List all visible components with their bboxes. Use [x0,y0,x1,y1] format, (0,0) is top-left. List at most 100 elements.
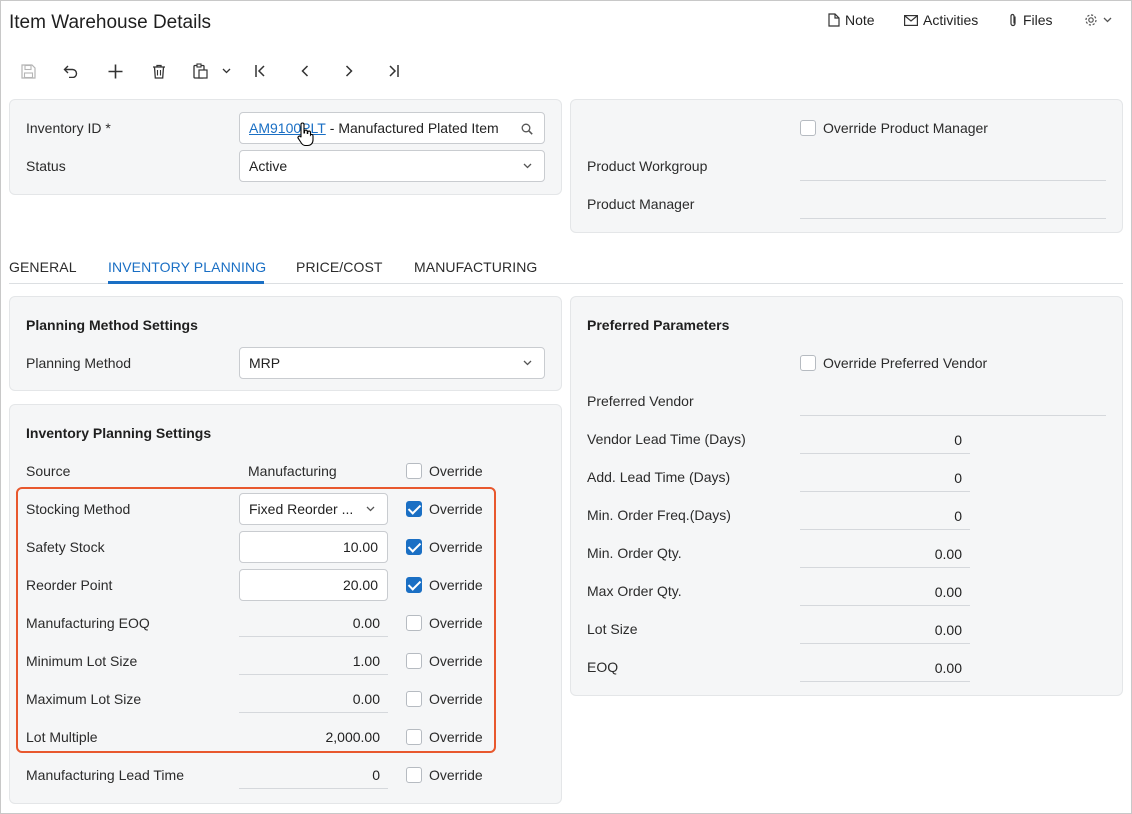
min-order-qty-field: 0.00 [800,540,970,568]
override-label: Override [429,767,483,783]
previous-record-button[interactable] [293,60,317,82]
activities-label: Activities [923,12,979,28]
status-select[interactable]: Active [239,150,545,182]
lot-multiple-field: 2,000.00 [325,729,381,745]
note-label: Note [845,12,875,28]
chevron-right-icon [345,65,353,77]
trash-icon [153,64,165,79]
save-icon [20,63,36,79]
plus-icon [108,64,122,78]
stocking-method-label: Stocking Method [26,501,131,517]
minimum-lot-size-field: 1.00 [239,647,388,675]
planning-method-value: MRP [249,355,281,371]
tab-manufacturing[interactable]: MANUFACTURING [414,259,537,275]
maximum-lot-size-override-checkbox[interactable] [406,691,422,707]
next-record-button[interactable] [337,60,361,82]
status-label: Status [26,158,66,174]
product-workgroup-field[interactable] [800,153,1106,181]
stocking-method-value: Fixed Reorder ... [249,501,354,517]
save-button[interactable] [16,60,40,82]
manufacturing-eoq-field: 0.00 [239,609,388,637]
inventory-id-label: Inventory ID * [26,120,111,136]
reorder-point-override-checkbox[interactable] [406,577,422,593]
search-icon[interactable] [521,123,533,135]
source-value: Manufacturing [248,463,337,479]
vendor-lead-time-field: 0 [800,426,970,454]
product-workgroup-label: Product Workgroup [587,158,708,174]
override-label: Override [429,615,483,631]
lot-multiple-label: Lot Multiple [26,729,98,745]
eoq-label: EOQ [587,659,619,675]
override-label: Override [429,463,483,479]
manufacturing-eoq-override-checkbox[interactable] [406,615,422,631]
vendor-lead-time-label: Vendor Lead Time (Days) [587,431,746,447]
add-button[interactable] [103,60,127,82]
clipboard-icon [193,63,208,79]
manufacturing-lead-time-label: Manufacturing Lead Time [26,767,184,783]
settings-button[interactable] [1084,13,1112,27]
maximum-lot-size-label: Maximum Lot Size [26,691,142,707]
last-icon [389,65,399,77]
preferred-parameters-title: Preferred Parameters [587,317,730,333]
inventory-planning-title: Inventory Planning Settings [26,425,212,441]
override-preferred-vendor-label: Override Preferred Vendor [823,355,988,371]
last-record-button[interactable] [381,60,405,82]
page-title: Item Warehouse Details [9,12,212,33]
maximum-lot-size-field: 0.00 [239,685,388,713]
note-button[interactable]: Note [828,12,875,28]
min-order-freq-label: Min. Order Freq.(Days) [587,507,731,523]
chevron-down-icon [1103,17,1112,23]
inventory-id-link[interactable]: AM9100PLT [249,120,326,136]
manufacturing-lead-time-override-checkbox[interactable] [406,767,422,783]
first-icon [255,65,265,77]
chevron-left-icon [301,65,309,77]
reorder-point-input[interactable]: 20.00 [239,569,388,601]
tab-general[interactable]: GENERAL [9,259,77,275]
tab-price-cost[interactable]: PRICE/COST [296,259,383,275]
max-order-qty-label: Max Order Qty. [587,583,682,599]
override-product-manager-checkbox[interactable] [800,120,816,136]
planning-method-title: Planning Method Settings [26,317,198,333]
eoq-field: 0.00 [800,654,970,682]
safety-stock-input[interactable]: 10.00 [239,531,388,563]
minimum-lot-size-label: Minimum Lot Size [26,653,138,669]
lot-multiple-override-checkbox[interactable] [406,729,422,745]
safety-stock-override-checkbox[interactable] [406,539,422,555]
override-label: Override [429,501,483,517]
active-tab-indicator [108,281,264,284]
product-manager-field[interactable] [800,191,1106,219]
first-record-button[interactable] [249,60,273,82]
preferred-vendor-field[interactable] [800,388,1106,416]
status-value: Active [249,158,288,174]
chevron-down-icon [523,163,532,169]
preferred-vendor-label: Preferred Vendor [587,393,694,409]
inventory-id-field[interactable]: AM9100PLT - Manufactured Plated Item [239,112,545,144]
lot-size-label: Lot Size [587,621,638,637]
undo-button[interactable] [59,60,83,82]
manufacturing-lead-time-field: 0 [239,761,388,789]
source-override-checkbox[interactable] [406,463,422,479]
gear-icon [1085,14,1097,26]
files-button[interactable]: Files [1008,12,1053,28]
activities-button[interactable]: Activities [904,12,978,28]
planning-method-select[interactable]: MRP [239,347,545,379]
override-label: Override [429,653,483,669]
override-preferred-vendor-checkbox[interactable] [800,355,816,371]
tab-inventory-planning[interactable]: INVENTORY PLANNING [108,259,266,275]
files-label: Files [1023,12,1053,28]
stocking-method-select[interactable]: Fixed Reorder ... [239,493,388,525]
override-product-manager-label: Override Product Manager [823,120,988,136]
max-order-qty-field: 0.00 [800,578,970,606]
inventory-id-description: - Manufactured Plated Item [329,120,499,136]
delete-button[interactable] [147,60,171,82]
stocking-method-override-checkbox[interactable] [406,501,422,517]
min-order-qty-label: Min. Order Qty. [587,545,682,561]
override-label: Override [429,577,483,593]
undo-icon [63,65,78,78]
note-icon [828,13,840,27]
chevron-down-icon [366,506,375,512]
reorder-point-label: Reorder Point [26,577,113,593]
hand-cursor-icon [297,122,314,147]
minimum-lot-size-override-checkbox[interactable] [406,653,422,669]
copy-paste-button[interactable] [193,60,231,82]
